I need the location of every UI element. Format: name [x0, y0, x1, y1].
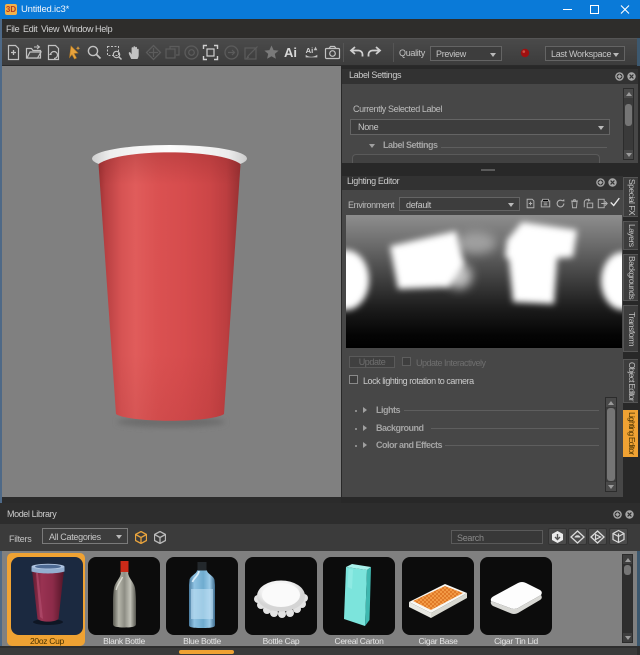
- svg-text:Ai: Ai: [284, 45, 297, 60]
- svg-text:Ai: Ai: [306, 46, 314, 55]
